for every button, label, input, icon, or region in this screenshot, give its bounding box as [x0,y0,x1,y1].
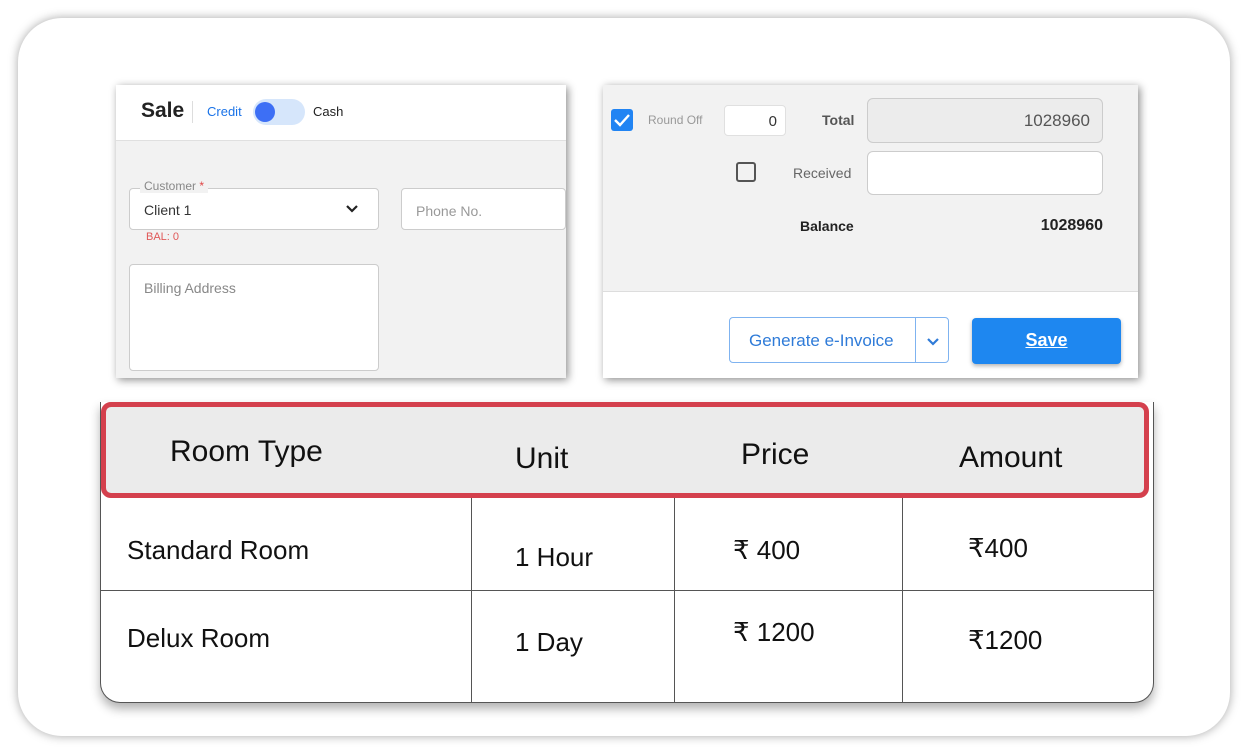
cell-unit: 1 Day [515,627,583,657]
total-field: 1028960 [867,98,1103,143]
received-checkbox[interactable] [736,162,756,182]
checkmark-icon [614,114,630,127]
billing-placeholder: Billing Address [144,280,236,296]
room-table: Room Type Unit Price Amount Standard Roo… [100,402,1154,703]
sale-form-panel: Sale Credit Cash Customer * Client 1 BAL… [116,85,566,378]
totals-panel: Round Off 0 Total 1028960 Received Balan… [603,85,1138,378]
round-off-label: Round Off [648,113,703,127]
customer-label: Customer * [140,179,209,193]
cell-amount: ₹400 [968,533,1028,563]
cell-room-type: Delux Room [127,623,271,653]
table-header-highlight: Room Type Unit Price Amount [101,402,1149,498]
chevron-down-icon [346,205,358,213]
customer-label-text: Customer [144,179,197,193]
received-input[interactable] [867,151,1103,195]
round-off-checkbox[interactable] [611,109,633,131]
sale-header: Sale Credit Cash [116,85,566,141]
toggle-knob [255,102,275,122]
phone-input[interactable]: Phone No. [401,188,566,230]
required-mark: * [199,179,205,193]
credit-cash-toggle[interactable] [253,99,305,125]
divider [192,101,193,123]
balance-value: 1028960 [1040,217,1103,234]
balance-label: Balance [800,218,854,234]
row-divider [101,590,1153,591]
cell-amount: ₹1200 [968,625,1043,655]
received-label: Received [793,165,852,181]
cash-label: Cash [313,104,344,119]
credit-label: Credit [207,104,242,119]
total-label: Total [822,112,855,128]
customer-value: Client 1 [144,202,192,218]
cell-price: ₹ 1200 [733,617,815,647]
cell-unit: 1 Hour [515,542,594,572]
customer-select[interactable]: Customer * Client 1 [129,179,379,230]
phone-placeholder: Phone No. [416,203,483,219]
chevron-down-icon[interactable] [924,332,942,350]
header-amount: Amount [959,441,1063,474]
generate-einvoice-button[interactable]: Generate e-Invoice [729,317,949,363]
save-button[interactable]: Save [972,318,1121,364]
save-label: Save [1025,330,1068,350]
generate-einvoice-label: Generate e-Invoice [749,331,894,350]
split-divider [915,318,916,362]
cell-price: ₹ 400 [733,535,801,565]
total-value: 1028960 [1023,111,1090,130]
round-off-input[interactable]: 0 [724,105,786,136]
billing-address-input[interactable]: Billing Address [129,264,379,371]
header-unit: Unit [515,442,569,475]
cell-room-type: Standard Room [127,535,310,565]
customer-balance: BAL: 0 [146,231,180,243]
header-room-type: Room Type [170,435,323,468]
page-title: Sale [141,99,185,122]
header-price: Price [741,438,810,471]
round-off-value: 0 [768,113,777,130]
